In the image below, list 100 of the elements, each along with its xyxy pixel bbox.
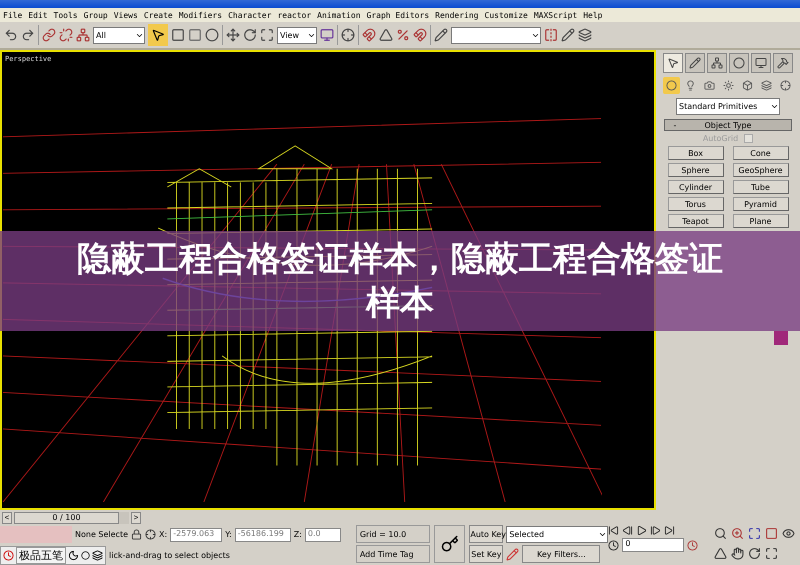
skip-forward-icon[interactable] [664,525,676,536]
z-coordinate-field[interactable]: 0.0 [304,528,341,542]
light-bulb-icon [684,80,696,91]
zoom-icon[interactable] [731,527,744,540]
zoom-extents-icon[interactable] [748,527,761,540]
ime-name: 极品五笔 [16,547,66,564]
pencil-icon [689,57,701,69]
orbit-icon[interactable] [748,547,761,560]
camera-icon [704,80,714,91]
object-type-button[interactable]: Box [668,146,724,160]
lock-icon[interactable] [131,529,142,540]
undo-icon[interactable] [4,28,18,42]
menu-item[interactable]: Create [144,10,173,20]
named-selection-field[interactable] [451,26,541,44]
object-type-button[interactable]: GeoSphere [732,163,788,177]
square-icon[interactable] [171,28,185,42]
object-type-button[interactable]: Cylinder [668,180,724,194]
object-type-button[interactable]: Tube [732,180,788,194]
percent-snap-icon[interactable] [396,28,410,42]
maximize-icon[interactable] [765,547,778,560]
pan-icon[interactable] [731,547,744,560]
panel-tab[interactable] [773,53,793,73]
mirror-icon[interactable] [544,28,558,42]
search-icon[interactable] [714,527,727,540]
y-coordinate-field[interactable]: -56186.199 [234,528,291,542]
rollout-header[interactable]: - Object Type [664,119,792,131]
previous-frame-button[interactable]: < [2,512,12,524]
object-type-button[interactable]: Pyramid [732,197,788,211]
eye-icon[interactable] [782,527,795,540]
menu-item[interactable]: Customize [484,10,528,20]
time-config-icon[interactable] [687,540,698,550]
circle-icon [733,57,745,69]
move-icon[interactable] [226,28,240,42]
y-label: Y: [225,530,232,539]
panel-tab[interactable] [663,53,683,73]
magnet-icon[interactable] [362,28,376,42]
menu-item[interactable]: Tools [54,10,78,20]
panel-tab[interactable] [685,53,705,73]
key-icon [440,535,459,553]
set-key-button[interactable]: Set Key [469,545,504,563]
unlink-icon[interactable] [59,28,73,42]
menu-item[interactable]: MAXScript [534,10,578,20]
menu-item[interactable]: Group [84,10,108,20]
object-type-button[interactable]: Teapot [668,214,724,228]
skip-back-icon[interactable] [608,525,620,536]
redo-icon[interactable] [21,28,35,42]
primitive-type-dropdown[interactable]: Standard Primitives [676,98,780,115]
panel-tab[interactable] [707,53,727,73]
time-icon[interactable] [608,540,620,550]
pointer-icon [667,57,679,69]
link-icon[interactable] [42,28,56,42]
sun-icon [722,80,734,91]
menu-item[interactable]: File [3,10,22,20]
menu-item[interactable]: Modifiers [178,10,222,20]
menu-item[interactable]: reactor [277,10,312,20]
hierarchy-icon [711,57,723,69]
color-swatch[interactable] [774,331,788,345]
menu-item[interactable]: Animation [317,10,361,20]
menu-item[interactable]: Edit [28,10,48,20]
panel-tab[interactable] [751,53,771,73]
reference-coordinate-dropdown[interactable]: View [277,26,317,44]
object-type-button[interactable]: Torus [668,197,724,211]
auto-key-button[interactable]: Auto Key [469,525,504,543]
crosshair-icon[interactable] [341,28,355,42]
next-frame-button[interactable]: > [131,512,141,524]
monitor-icon [755,57,767,69]
current-frame-field[interactable]: 0 [622,538,684,552]
key-mode-button[interactable] [434,525,466,563]
object-type-button[interactable]: Cone [732,146,788,160]
menu-item[interactable]: Rendering [435,10,478,20]
menu-item[interactable]: Help [583,10,602,20]
selection-filter-dropdown[interactable]: All [93,26,145,44]
hammer-icon [777,57,789,69]
circle-icon[interactable] [205,28,219,42]
network-icon[interactable] [76,28,90,42]
rotate-icon[interactable] [243,28,257,42]
key-mode-dropdown[interactable]: Selected [506,526,608,542]
autogrid-label: AutoGrid [702,134,738,143]
x-coordinate-field[interactable]: -2579.063 [170,528,222,542]
step-forward-icon[interactable] [650,525,662,536]
time-slider-thumb[interactable]: 0 / 100 [14,512,119,524]
play-icon[interactable] [636,525,648,536]
select-tool-button[interactable] [148,24,168,46]
category-button[interactable] [662,77,680,94]
moon-icon [68,550,79,561]
add-time-tag-button[interactable]: Add Time Tag [356,545,430,563]
object-type-button[interactable]: Plane [732,214,788,228]
menu-item[interactable]: Character [228,10,272,20]
menu-item[interactable]: Graph Editors [366,10,430,20]
pointer-icon [151,28,165,42]
crosshair-icon[interactable] [145,529,156,540]
menu-item[interactable]: Views [114,10,138,20]
panel-tab[interactable] [729,53,749,73]
object-type-button[interactable]: Sphere [668,163,724,177]
key-filters-button[interactable]: Key Filters... [522,545,600,563]
x-label: X: [159,530,168,539]
caret-icon [770,102,779,111]
dashed-square-icon[interactable] [188,28,202,42]
step-back-icon[interactable] [622,525,634,536]
layers-icon[interactable] [578,28,592,42]
